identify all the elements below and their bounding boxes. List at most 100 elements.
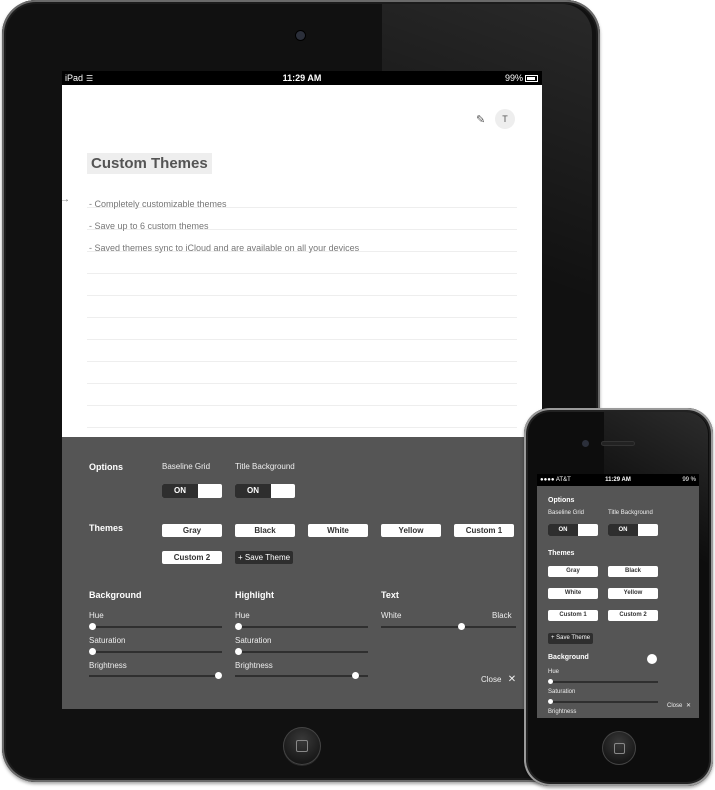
highlight-brightness-label: Brightness xyxy=(235,661,273,670)
ipad-camera xyxy=(296,31,305,40)
options-heading: Options xyxy=(89,462,123,472)
highlight-heading: Highlight xyxy=(235,590,274,600)
theme-gray-button[interactable]: Gray xyxy=(548,566,598,577)
slider-knob[interactable] xyxy=(89,648,96,655)
toggle-on-label: ON xyxy=(608,524,638,536)
theme-yellow-button[interactable]: Yellow xyxy=(381,524,441,537)
text-white-label: White xyxy=(381,611,402,620)
baseline-grid-label: Baseline Grid xyxy=(162,462,211,471)
slider-knob[interactable] xyxy=(89,623,96,630)
highlight-hue-slider[interactable] xyxy=(235,623,368,630)
theme-white-button[interactable]: White xyxy=(308,524,368,537)
theme-gray-button[interactable]: Gray xyxy=(162,524,222,537)
slider-knob[interactable] xyxy=(548,679,553,684)
close-label: Close xyxy=(481,675,502,684)
baseline-grid-toggle[interactable]: ON xyxy=(548,524,598,536)
title-background-toggle[interactable]: ON xyxy=(608,524,658,536)
iphone-camera xyxy=(582,440,589,447)
ipad-device: iPad ☰ 11:29 AM 99% ✎ T Custom Themes → -… xyxy=(2,0,600,782)
theme-white-button[interactable]: White xyxy=(548,588,598,599)
title-background-label: Title Background xyxy=(235,462,295,471)
iphone-battery: 99 % xyxy=(682,474,696,486)
baseline-rule xyxy=(87,427,517,428)
theme-custom1-button[interactable]: Custom 1 xyxy=(454,524,514,537)
baseline-rule xyxy=(87,317,517,318)
close-button[interactable]: Close ✕ xyxy=(481,674,516,685)
background-hue-label: Hue xyxy=(548,669,560,675)
background-saturation-slider[interactable] xyxy=(89,648,222,655)
close-icon: ✕ xyxy=(686,703,692,709)
highlight-saturation-label: Saturation xyxy=(235,636,272,645)
close-icon: ✕ xyxy=(507,674,517,685)
baseline-rule xyxy=(87,383,517,384)
iphone-device: ●●●● AT&T 11:29 AM 99 % Options Baseline… xyxy=(524,408,713,786)
battery-icon xyxy=(525,75,538,83)
iphone-home-button[interactable] xyxy=(602,731,636,765)
background-hue-label: Hue xyxy=(89,611,104,620)
list-item[interactable]: - Save up to 6 custom themes xyxy=(89,221,209,231)
title-background-toggle[interactable]: ON xyxy=(235,484,295,498)
theme-black-button[interactable]: Black xyxy=(608,566,658,577)
page-title[interactable]: Custom Themes xyxy=(87,153,212,174)
highlight-hue-label: Hue xyxy=(235,611,250,620)
list-item[interactable]: - Completely customizable themes xyxy=(89,199,227,209)
save-theme-button[interactable]: + Save Theme xyxy=(548,633,594,644)
toggle-on-label: ON xyxy=(235,484,271,498)
slider-knob[interactable] xyxy=(548,699,553,704)
list-item[interactable]: - Saved themes sync to iCloud and are av… xyxy=(89,243,359,253)
text-black-label: Black xyxy=(492,611,512,620)
options-heading: Options xyxy=(548,497,575,504)
background-brightness-label: Brightness xyxy=(548,709,577,715)
theme-yellow-button[interactable]: Yellow xyxy=(608,588,658,599)
slider-knob[interactable] xyxy=(458,623,465,630)
baseline-grid-toggle[interactable]: ON xyxy=(162,484,222,498)
ipad-home-button[interactable] xyxy=(283,727,321,765)
background-saturation-label: Saturation xyxy=(89,636,126,645)
document-area[interactable]: ✎ T Custom Themes → - Completely customi… xyxy=(62,85,542,437)
ipad-battery: 99% xyxy=(505,71,538,85)
themes-heading: Themes xyxy=(89,523,124,533)
background-saturation-label: Saturation xyxy=(548,689,576,695)
toggle-on-label: ON xyxy=(162,484,198,498)
save-theme-button[interactable]: + Save Theme xyxy=(235,551,294,564)
background-saturation-slider[interactable] xyxy=(548,699,658,704)
background-hue-slider[interactable] xyxy=(89,623,222,630)
theme-avatar-button[interactable]: T xyxy=(495,109,515,129)
pencil-icon[interactable]: ✎ xyxy=(476,113,485,126)
iphone-speaker xyxy=(601,441,635,446)
slider-knob[interactable] xyxy=(352,672,359,679)
title-background-label: Title Background xyxy=(608,510,653,516)
highlight-saturation-slider[interactable] xyxy=(235,648,368,655)
ipad-status-time: 11:29 AM xyxy=(282,73,322,83)
ipad-screen: iPad ☰ 11:29 AM 99% ✎ T Custom Themes → -… xyxy=(62,71,542,709)
close-label: Close xyxy=(667,703,683,709)
background-hue-slider[interactable] xyxy=(548,679,658,684)
background-brightness-label: Brightness xyxy=(89,661,127,670)
background-heading: Background xyxy=(89,590,142,600)
background-color-swatch[interactable] xyxy=(647,654,657,664)
baseline-rule xyxy=(87,295,517,296)
iphone-status-time: 11:29 AM xyxy=(605,477,631,483)
baseline-rule xyxy=(87,361,517,362)
theme-black-button[interactable]: Black xyxy=(235,524,295,537)
baseline-grid-label: Baseline Grid xyxy=(548,510,585,516)
arrow-right-icon[interactable]: → xyxy=(62,194,70,205)
text-heading: Text xyxy=(381,590,399,600)
highlight-brightness-slider[interactable] xyxy=(235,672,368,679)
theme-custom2-button[interactable]: Custom 2 xyxy=(162,551,222,564)
baseline-rule xyxy=(87,339,517,340)
theme-custom2-button[interactable]: Custom 2 xyxy=(608,610,658,621)
background-brightness-slider[interactable] xyxy=(89,672,222,679)
baseline-rule xyxy=(87,273,517,274)
close-button[interactable]: Close ✕ xyxy=(667,702,691,709)
toggle-on-label: ON xyxy=(548,524,578,536)
ipad-status-bar: iPad ☰ 11:29 AM 99% xyxy=(62,71,542,85)
themes-heading: Themes xyxy=(548,550,575,557)
slider-knob[interactable] xyxy=(215,672,222,679)
iphone-status-bar: ●●●● AT&T 11:29 AM 99 % xyxy=(537,474,699,486)
text-color-slider[interactable] xyxy=(381,623,516,630)
theme-custom1-button[interactable]: Custom 1 xyxy=(548,610,598,621)
background-heading: Background xyxy=(548,654,589,661)
slider-knob[interactable] xyxy=(235,648,242,655)
slider-knob[interactable] xyxy=(235,623,242,630)
